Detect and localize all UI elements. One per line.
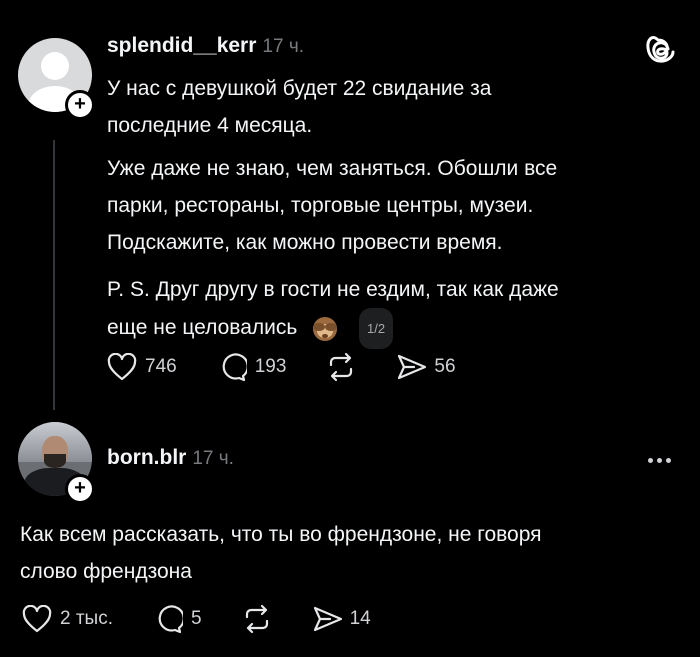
comment-bubble-icon bbox=[222, 353, 247, 382]
more-dots-icon[interactable] bbox=[648, 458, 671, 463]
like-button[interactable]: 746 bbox=[107, 353, 177, 381]
post-text-line: последние 4 месяца. bbox=[107, 114, 313, 137]
share-button[interactable]: 14 bbox=[312, 605, 371, 633]
post-text-line: P. S. Друг другу в гости не ездим, так к… bbox=[107, 278, 559, 301]
post-text-line: У нас с девушкой будет 22 свидание за bbox=[107, 77, 492, 100]
post-text-line: парки, рестораны, торговые центры, музеи… bbox=[107, 194, 534, 217]
post-text-line: Как всем рассказать, что ты во френдзоне… bbox=[20, 523, 542, 546]
see-no-evil-monkey-icon bbox=[313, 316, 338, 341]
post-header: splendid__kerr 17 ч. bbox=[107, 34, 304, 58]
timestamp: 17 ч. bbox=[192, 448, 234, 469]
follow-plus-icon[interactable]: + bbox=[65, 90, 95, 120]
follow-plus-icon[interactable]: + bbox=[65, 474, 95, 504]
comment-count: 193 bbox=[254, 356, 287, 377]
like-button[interactable]: 2 тыс. bbox=[22, 605, 113, 633]
post-text-line: Подскажите, как можно провести время. bbox=[107, 231, 503, 254]
username[interactable]: splendid__kerr bbox=[107, 34, 256, 57]
post-header: born.blr 17 ч. bbox=[107, 446, 234, 470]
share-count: 14 bbox=[349, 608, 371, 629]
share-count: 56 bbox=[434, 356, 456, 377]
username[interactable]: born.blr bbox=[107, 446, 186, 469]
comment-button[interactable]: 193 bbox=[217, 352, 287, 382]
send-icon bbox=[313, 606, 342, 632]
repost-icon bbox=[330, 352, 353, 382]
heart-icon bbox=[22, 605, 52, 633]
comment-button[interactable]: 5 bbox=[153, 604, 202, 634]
repost-button[interactable] bbox=[242, 604, 272, 634]
repost-button[interactable] bbox=[326, 352, 356, 382]
send-icon bbox=[398, 354, 427, 380]
post-text-line: слово френдзона bbox=[20, 560, 192, 583]
post-text-line: Уже даже не знаю, чем заняться. Обошли в… bbox=[107, 157, 558, 180]
comment-count: 5 bbox=[190, 608, 202, 629]
post-text-tail: еще не целовались bbox=[107, 316, 298, 340]
like-count: 2 тыс. bbox=[60, 608, 113, 629]
threads-icon[interactable] bbox=[645, 34, 677, 68]
post-actions: 746 193 56 bbox=[107, 352, 456, 382]
post-actions: 2 тыс. 5 14 bbox=[22, 604, 371, 634]
media-pager: 1/2 bbox=[359, 308, 394, 349]
repost-icon bbox=[245, 604, 268, 634]
post-text-line: еще не целовались 1/2 bbox=[107, 308, 559, 349]
post-body: Как всем рассказать, что ты во френдзоне… bbox=[20, 516, 542, 590]
heart-icon bbox=[107, 353, 137, 381]
post-body: У нас с девушкой будет 22 свидание за по… bbox=[107, 70, 559, 349]
share-button[interactable]: 56 bbox=[396, 353, 456, 381]
thread-line bbox=[53, 140, 55, 410]
timestamp: 17 ч. bbox=[262, 36, 304, 57]
comment-bubble-icon bbox=[158, 605, 183, 634]
like-count: 746 bbox=[145, 356, 177, 377]
